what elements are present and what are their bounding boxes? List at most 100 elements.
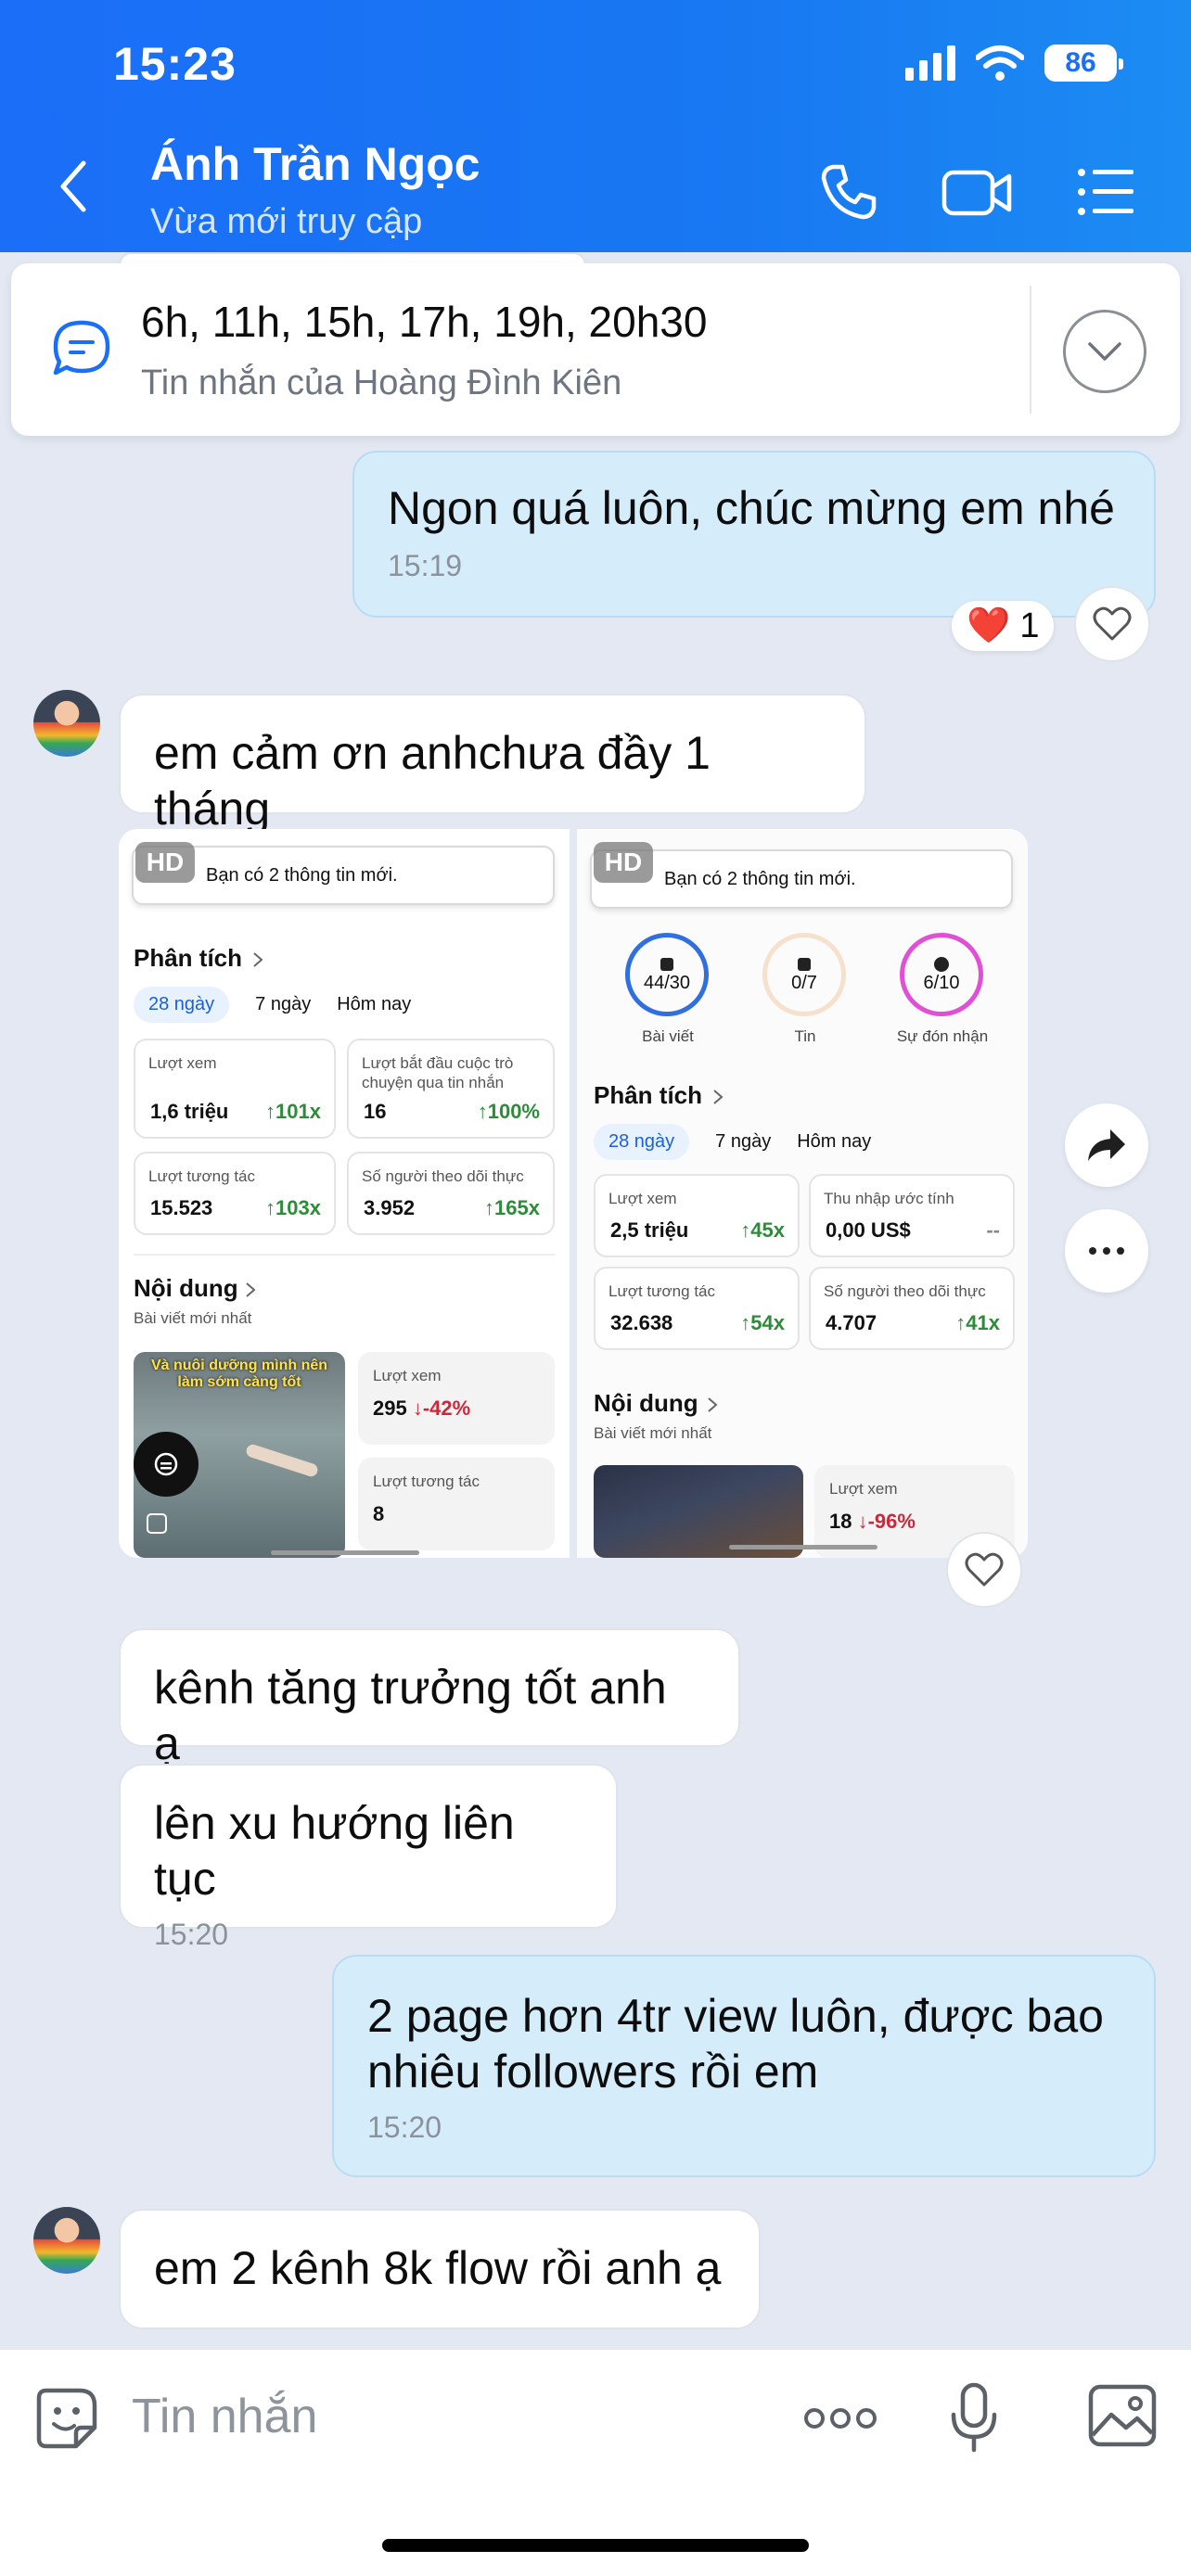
stat-card: Lượt tương tác 15.523 ↑103x <box>134 1152 336 1235</box>
tab-today[interactable]: Hôm nay <box>797 1131 871 1153</box>
microphone-icon[interactable] <box>948 2381 1000 2455</box>
stat-change: ↑100% <box>477 1100 540 1123</box>
sticker-emoji-icon[interactable] <box>33 2385 100 2452</box>
chevron-right-icon <box>253 952 263 967</box>
outgoing-message[interactable]: 2 page hơn 4tr view luôn, được bao nhiêu… <box>332 1955 1156 2177</box>
stat-value: 18 ↓-96% <box>829 1510 916 1533</box>
post-thumbnail[interactable]: Và nuôi dưỡng mình nên làm sớm càng tốt <box>134 1352 345 1558</box>
stat-value: 4.707 <box>826 1311 877 1334</box>
stat-value: 295 ↓-42% <box>373 1396 471 1420</box>
stat-value: 3.952 <box>364 1196 416 1219</box>
stat-value: 32.638 <box>610 1311 673 1334</box>
message-time: 15:20 <box>154 1918 229 1951</box>
tab-28-days[interactable]: 28 ngày <box>134 987 230 1023</box>
message-text: Ngon quá luôn, chúc mừng em nhé <box>388 482 1115 534</box>
heart-outline-icon <box>1093 606 1132 641</box>
chevron-down-icon <box>1088 342 1121 361</box>
incoming-message[interactable]: kênh tăng trưởng tốt anh ạ <box>119 1628 740 1769</box>
stat-value: 1,6 triệu <box>150 1100 229 1123</box>
incoming-message[interactable]: em cảm ơn anhchưa đầy 1 tháng <box>119 694 866 835</box>
message-time: 15:19 <box>388 549 463 582</box>
stat-card: Thu nhập ước tính 0,00 US$ -- <box>809 1174 1015 1257</box>
message-time: 15:20 <box>367 2111 442 2144</box>
stat-card: Lượt xem 2,5 triệu ↑45x <box>594 1174 800 1257</box>
tab-today[interactable]: Hôm nay <box>337 994 411 1015</box>
react-button[interactable] <box>1074 586 1150 662</box>
section-title: Phân tích <box>594 1081 703 1109</box>
message-text: em cảm ơn anhchưa đầy 1 tháng <box>154 727 711 835</box>
chevron-right-icon <box>713 1090 724 1104</box>
stat-card: Lượt bắt đầu cuộc trò chuyện qua tin nhắ… <box>347 1039 555 1139</box>
stat-value: 0,00 US$ <box>826 1218 911 1242</box>
stat-label: Lượt xem <box>829 1480 898 1498</box>
stat-label: Lượt tương tác <box>608 1282 715 1300</box>
forward-button[interactable] <box>1065 1103 1148 1187</box>
expand-pinned-button[interactable] <box>1063 310 1146 393</box>
outgoing-message[interactable]: Ngon quá luôn, chúc mừng em nhé 15:19 <box>352 451 1156 618</box>
stat-change: ↑41x <box>955 1311 1000 1334</box>
chat-header: 15:23 86 Ánh Trần Ngọc Vừa mới truy cập <box>0 0 1191 252</box>
message-input[interactable]: Tin nhắn <box>132 2389 317 2444</box>
divider <box>134 1254 555 1256</box>
stat-change: ↑54x <box>740 1311 785 1334</box>
image-gallery-icon[interactable] <box>1087 2383 1158 2450</box>
heart-emoji-icon: ❤️ <box>967 606 1011 645</box>
video-call-icon[interactable] <box>941 159 1015 224</box>
post-stat-card: Lượt xem 295 ↓-42% <box>358 1352 555 1445</box>
tab-7-days[interactable]: 7 ngày <box>255 994 311 1015</box>
status-indicators: 86 <box>905 45 1123 82</box>
tab-7-days[interactable]: 7 ngày <box>715 1131 771 1153</box>
phone-call-icon[interactable] <box>816 159 881 224</box>
ring-label: Bài viết <box>642 1027 694 1045</box>
wifi-icon <box>976 45 1024 81</box>
incoming-message[interactable]: lên xu hướng liên tục 15:20 <box>119 1764 618 1951</box>
stat-label: Lượt tương tác <box>373 1473 480 1490</box>
status-time: 15:23 <box>113 38 237 90</box>
react-button[interactable] <box>946 1532 1022 1608</box>
stat-label: Lượt bắt đầu cuộc trò chuyện qua tin nhắ… <box>362 1054 514 1091</box>
reel-icon <box>147 1513 167 1534</box>
stat-change: -- <box>986 1218 1000 1242</box>
image-attachment[interactable]: HD Bạn có 2 thông tin mới. 44/30 Bài viế… <box>577 829 1028 1558</box>
swimmer-figure <box>244 1442 320 1479</box>
stat-label: Lượt xem <box>608 1190 677 1207</box>
stat-card: Lượt xem 1,6 triệu ↑101x <box>134 1039 336 1139</box>
back-arrow-icon[interactable] <box>58 159 87 213</box>
post-thumbnail[interactable] <box>594 1465 803 1558</box>
incoming-message[interactable]: em 2 kênh 8k flow rồi anh ạ <box>119 2209 761 2329</box>
chevron-right-icon <box>708 1397 718 1412</box>
thumbnail-caption: Và nuôi dưỡng mình nên làm sớm càng tốt <box>150 1358 328 1390</box>
content-title: Nội dung <box>594 1389 698 1417</box>
stat-change: ↑101x <box>265 1100 321 1123</box>
goal-ring-engagement: 6/10 <box>900 933 983 1016</box>
section-title: Phân tích <box>134 944 243 972</box>
pinned-message[interactable]: 6h, 11h, 15h, 17h, 19h, 20h30 Tin nhắn c… <box>11 263 1180 436</box>
contact-name[interactable]: Ánh Trần Ngọc <box>150 137 480 191</box>
stat-value: 15.523 <box>150 1196 213 1219</box>
content-subtitle: Bài viết mới nhất <box>594 1424 712 1442</box>
reaction-count: 1 <box>1019 606 1040 645</box>
stat-change: ↑45x <box>740 1218 785 1242</box>
stat-label: Lượt tương tác <box>148 1167 255 1185</box>
ring-label: Sự đón nhận <box>896 1027 989 1045</box>
stat-change: ↑103x <box>265 1196 321 1219</box>
avatar[interactable] <box>33 690 100 757</box>
pinned-title: 6h, 11h, 15h, 17h, 19h, 20h30 <box>141 298 708 346</box>
more-dots-icon[interactable] <box>803 2407 877 2429</box>
stat-label: Lượt xem <box>148 1054 217 1072</box>
forward-share-icon <box>1088 1129 1125 1161</box>
reaction-badge[interactable]: ❤️ 1 <box>952 601 1055 651</box>
goal-ring-posts: 44/30 <box>625 933 709 1016</box>
avatar[interactable] <box>33 2207 100 2274</box>
chevron-right-icon <box>246 1282 256 1297</box>
menu-list-icon[interactable] <box>1076 159 1135 224</box>
battery-icon: 86 <box>1044 45 1123 82</box>
message-text: 2 page hơn 4tr view luôn, được bao nhiêu… <box>367 1990 1104 2098</box>
tab-28-days[interactable]: 28 ngày <box>594 1124 690 1160</box>
image-attachment[interactable]: HD Bạn có 2 thông tin mới. Phân tích 28 … <box>119 829 570 1558</box>
content-title: Nội dung <box>134 1274 238 1302</box>
more-options-button[interactable] <box>1065 1209 1148 1293</box>
lens-icon[interactable] <box>134 1432 198 1497</box>
ring-label: Tin <box>794 1027 816 1045</box>
stat-card: Số người theo dõi thực 4.707 ↑41x <box>809 1267 1015 1350</box>
